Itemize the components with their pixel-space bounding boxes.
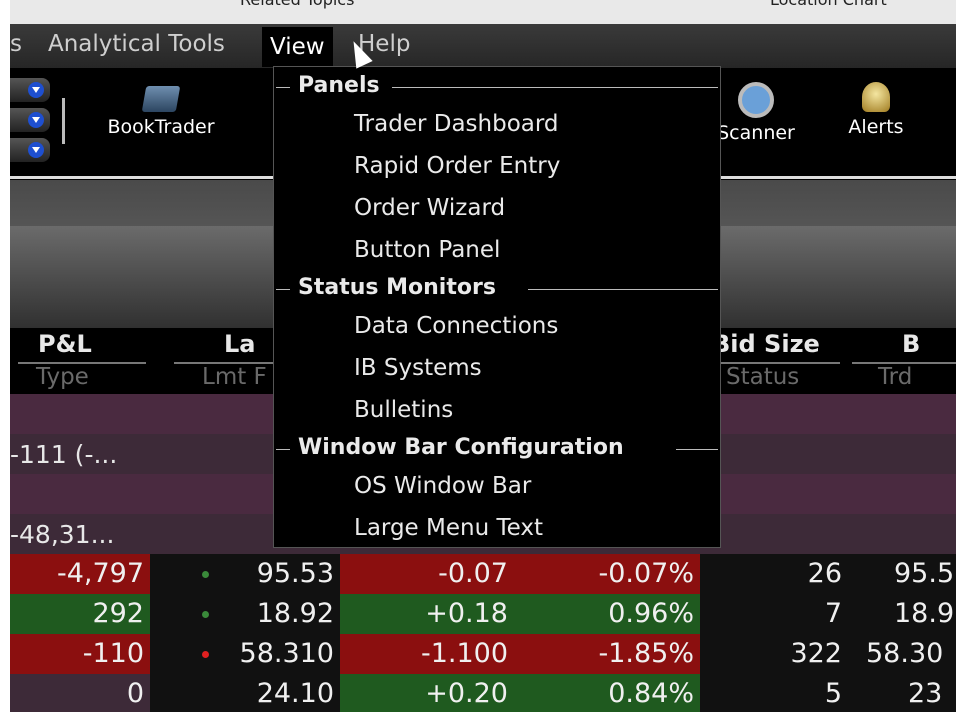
torn-edge-left (0, 0, 10, 727)
scanner-button[interactable]: Scanner (706, 82, 806, 144)
background-window-strip: Related Topics Location Chart (10, 0, 956, 24)
cell-last: 18.92 (150, 594, 340, 634)
header-last[interactable]: La (224, 330, 256, 358)
menu-item-ib-systems[interactable]: IB Systems (354, 355, 482, 381)
menu-item-trader-dashboard[interactable]: Trader Dashboard (354, 111, 559, 137)
section-title: Window Bar Configuration (294, 435, 628, 460)
menu-analytical-tools[interactable]: Analytical Tools (48, 31, 225, 57)
section-window-bar-configuration: Window Bar Configuration (274, 435, 720, 465)
section-rule (276, 289, 290, 290)
tick-dot (202, 571, 209, 578)
menu-item-order-wizard[interactable]: Order Wizard (354, 195, 505, 221)
header-underline (710, 362, 840, 364)
cell-bid: 18.9 (850, 594, 956, 634)
trading-window: Related Topics Location Chart s Analytic… (10, 0, 956, 712)
cell-bid: 95.5 (850, 554, 956, 594)
header-underline (852, 362, 956, 364)
magnifier-icon (738, 82, 774, 118)
cell-last: 24.10 (150, 674, 340, 712)
subheader-lmt: Lmt F (202, 364, 267, 390)
cell-change-pct: -1.85% (530, 634, 700, 674)
cell-pnl: 0 (10, 674, 150, 712)
cell-change-pct: 0.84% (530, 674, 700, 712)
portfolio-pnl: -111 (-... (10, 440, 118, 469)
cell-pnl: 292 (10, 594, 150, 634)
alerts-label: Alerts (848, 116, 904, 138)
menu-item-rapid-order-entry[interactable]: Rapid Order Entry (354, 153, 560, 179)
chevron-down-icon (28, 142, 44, 158)
cell-change: -0.07 (340, 554, 530, 594)
bell-icon (862, 82, 890, 112)
header-bid[interactable]: B (902, 330, 920, 358)
header-underline (174, 362, 274, 364)
menu-item-data-connections[interactable]: Data Connections (354, 313, 558, 339)
tick-dot (202, 651, 209, 658)
alerts-button[interactable]: Alerts (836, 82, 916, 138)
subheader-status: Status (726, 364, 800, 390)
cell-change-pct: 0.96% (530, 594, 700, 634)
scanner-label: Scanner (717, 122, 795, 144)
dropdown-3[interactable] (10, 138, 50, 162)
cell-bid-size: 322 (700, 634, 850, 674)
toolbar-divider (62, 98, 65, 144)
portfolio-pnl: -48,31... (10, 520, 115, 549)
menu-item-large-menu-text[interactable]: Large Menu Text (354, 515, 543, 541)
dropdown-1[interactable] (10, 78, 50, 102)
tick-dot (202, 611, 209, 618)
menu-item-truncated[interactable]: s (10, 31, 22, 57)
section-rule (528, 289, 718, 290)
section-title: Status Monitors (294, 275, 500, 300)
location-chart-text: Location Chart (770, 0, 887, 10)
booktrader-label: BookTrader (107, 116, 215, 138)
cell-last: 58.310 (150, 634, 340, 674)
cell-change: +0.18 (340, 594, 530, 634)
torn-edge-bottom (0, 712, 968, 727)
cell-pnl: -110 (10, 634, 150, 674)
table-row[interactable]: -4,797 95.53 -0.07 -0.07% 26 95.5 (10, 554, 956, 594)
cell-bid-size: 26 (700, 554, 850, 594)
cell-last: 95.53 (150, 554, 340, 594)
table-row[interactable]: 292 18.92 +0.18 0.96% 7 18.9 (10, 594, 956, 634)
related-topics-text: Related Topics (240, 0, 354, 10)
cell-change: +0.20 (340, 674, 530, 712)
cell-bid: 23 (850, 674, 956, 712)
section-rule (276, 87, 290, 88)
dropdown-2[interactable] (10, 108, 50, 132)
section-rule (676, 449, 718, 450)
torn-edge-right (956, 0, 968, 727)
menu-item-button-panel[interactable]: Button Panel (354, 237, 500, 263)
menu-bar: s Analytical Tools View Help (10, 24, 956, 68)
cell-change: -1.100 (340, 634, 530, 674)
table-row[interactable]: 0 24.10 +0.20 0.84% 5 23 (10, 674, 956, 712)
booktrader-button[interactable]: BookTrader (96, 86, 226, 138)
cell-pnl: -4,797 (10, 554, 150, 594)
book-icon (141, 86, 181, 112)
chevron-down-icon (28, 82, 44, 98)
cell-change-pct: -0.07% (530, 554, 700, 594)
menu-view[interactable]: View (262, 27, 333, 67)
menu-item-os-window-bar[interactable]: OS Window Bar (354, 473, 531, 499)
table-row[interactable]: -110 58.310 -1.100 -1.85% 322 58.30 (10, 634, 956, 674)
section-panels: Panels (274, 73, 720, 103)
header-bid-size[interactable]: Bid Size (712, 330, 820, 358)
section-title: Panels (294, 73, 384, 98)
section-rule (392, 87, 718, 88)
cell-bid: 58.30 (850, 634, 956, 674)
menu-item-bulletins[interactable]: Bulletins (354, 397, 453, 423)
section-rule (276, 449, 290, 450)
cell-bid-size: 5 (700, 674, 850, 712)
header-underline (18, 362, 146, 364)
cell-bid-size: 7 (700, 594, 850, 634)
subheader-trd: Trd (878, 364, 913, 390)
subheader-type: Type (36, 364, 89, 390)
view-menu-dropdown: Panels Trader Dashboard Rapid Order Entr… (273, 66, 721, 548)
chevron-down-icon (28, 112, 44, 128)
header-pnl[interactable]: P&L (38, 330, 92, 358)
section-status-monitors: Status Monitors (274, 275, 720, 305)
